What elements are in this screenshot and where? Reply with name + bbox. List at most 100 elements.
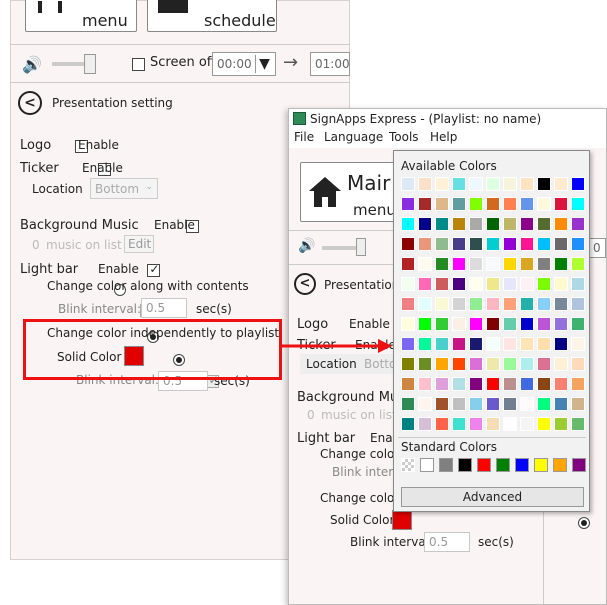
color-swatch[interactable] <box>401 337 415 351</box>
color-swatch[interactable] <box>537 277 551 291</box>
color-swatch[interactable] <box>401 357 415 371</box>
color-swatch[interactable] <box>486 357 500 371</box>
screen-off-checkbox[interactable] <box>132 58 145 71</box>
color-swatch[interactable] <box>486 257 500 271</box>
right-solid-color-radio[interactable] <box>578 516 591 529</box>
color-swatch[interactable] <box>571 177 585 191</box>
color-swatch[interactable] <box>435 417 449 431</box>
right-time-box[interactable]: 0 <box>588 238 606 258</box>
color-swatch[interactable] <box>418 377 432 391</box>
color-swatch[interactable] <box>452 417 466 431</box>
standard-color-swatch[interactable] <box>477 458 491 472</box>
color-swatch[interactable] <box>469 217 483 231</box>
color-swatch[interactable] <box>571 357 585 371</box>
color-swatch[interactable] <box>435 377 449 391</box>
transparent-swatch-icon[interactable] <box>401 458 415 472</box>
color-swatch[interactable] <box>418 277 432 291</box>
color-swatch[interactable] <box>503 277 517 291</box>
color-swatch[interactable] <box>452 217 466 231</box>
color-swatch[interactable] <box>554 417 568 431</box>
right-solid-color-swatch[interactable] <box>392 510 412 530</box>
color-swatch[interactable] <box>554 237 568 251</box>
color-swatch[interactable] <box>520 337 534 351</box>
color-swatch[interactable] <box>401 377 415 391</box>
color-swatch[interactable] <box>418 237 432 251</box>
standard-color-swatch[interactable] <box>553 458 567 472</box>
color-swatch[interactable] <box>486 337 500 351</box>
standard-color-swatch[interactable] <box>515 458 529 472</box>
color-swatch[interactable] <box>469 297 483 311</box>
color-swatch[interactable] <box>401 417 415 431</box>
color-swatch[interactable] <box>486 317 500 331</box>
color-swatch[interactable] <box>520 237 534 251</box>
right-volume-icon[interactable]: 🔊 <box>298 238 315 254</box>
color-swatch[interactable] <box>435 237 449 251</box>
color-swatch[interactable] <box>554 297 568 311</box>
color-swatch[interactable] <box>571 317 585 331</box>
color-swatch[interactable] <box>452 377 466 391</box>
schedule-button[interactable]: schedule <box>147 0 277 32</box>
color-swatch[interactable] <box>554 337 568 351</box>
color-swatch[interactable] <box>503 297 517 311</box>
color-swatch[interactable] <box>486 177 500 191</box>
color-swatch[interactable] <box>503 337 517 351</box>
standard-color-swatch[interactable] <box>420 458 434 472</box>
color-swatch[interactable] <box>554 377 568 391</box>
light-bar-enable-checkbox[interactable] <box>147 262 161 277</box>
color-swatch[interactable] <box>469 337 483 351</box>
color-swatch[interactable] <box>452 177 466 191</box>
color-swatch[interactable] <box>520 177 534 191</box>
color-swatch[interactable] <box>486 217 500 231</box>
volume-icon[interactable]: 🔊 <box>22 55 42 74</box>
color-swatch[interactable] <box>469 177 483 191</box>
standard-color-swatch[interactable] <box>534 458 548 472</box>
color-swatch[interactable] <box>452 257 466 271</box>
color-swatch[interactable] <box>571 377 585 391</box>
color-swatch[interactable] <box>537 177 551 191</box>
color-swatch[interactable] <box>435 337 449 351</box>
color-swatch[interactable] <box>537 217 551 231</box>
color-swatch[interactable] <box>401 297 415 311</box>
color-swatch[interactable] <box>452 357 466 371</box>
color-swatch[interactable] <box>571 237 585 251</box>
color-swatch[interactable] <box>418 197 432 211</box>
color-swatch[interactable] <box>503 317 517 331</box>
color-swatch[interactable] <box>486 277 500 291</box>
color-swatch[interactable] <box>435 317 449 331</box>
color-swatch[interactable] <box>401 217 415 231</box>
color-swatch[interactable] <box>469 277 483 291</box>
color-swatch[interactable] <box>554 357 568 371</box>
color-swatch[interactable] <box>486 417 500 431</box>
color-swatch[interactable] <box>520 357 534 371</box>
color-swatch[interactable] <box>537 397 551 411</box>
color-swatch[interactable] <box>554 257 568 271</box>
color-swatch[interactable] <box>401 277 415 291</box>
color-swatch[interactable] <box>503 197 517 211</box>
color-swatch[interactable] <box>401 397 415 411</box>
color-swatch[interactable] <box>452 317 466 331</box>
advanced-button[interactable]: Advanced <box>401 487 584 507</box>
color-swatch[interactable] <box>537 317 551 331</box>
color-swatch[interactable] <box>435 277 449 291</box>
standard-color-swatch[interactable] <box>496 458 510 472</box>
color-swatch[interactable] <box>520 317 534 331</box>
standard-color-swatch[interactable] <box>439 458 453 472</box>
color-swatch[interactable] <box>520 397 534 411</box>
color-swatch[interactable] <box>571 397 585 411</box>
standard-color-swatch[interactable] <box>458 458 472 472</box>
color-swatch[interactable] <box>435 297 449 311</box>
color-swatch[interactable] <box>503 377 517 391</box>
color-swatch[interactable] <box>503 237 517 251</box>
color-swatch[interactable] <box>571 257 585 271</box>
color-swatch[interactable] <box>486 237 500 251</box>
color-swatch[interactable] <box>486 197 500 211</box>
color-swatch[interactable] <box>486 397 500 411</box>
color-swatch[interactable] <box>418 177 432 191</box>
color-swatch[interactable] <box>571 277 585 291</box>
menu-language[interactable]: Language <box>324 130 383 144</box>
time-start-select[interactable]: 00:00 ▼ <box>212 52 276 76</box>
right-blink-independent-input[interactable]: 0.5 <box>424 532 470 552</box>
color-swatch[interactable] <box>452 297 466 311</box>
color-swatch[interactable] <box>486 377 500 391</box>
color-swatch[interactable] <box>520 257 534 271</box>
